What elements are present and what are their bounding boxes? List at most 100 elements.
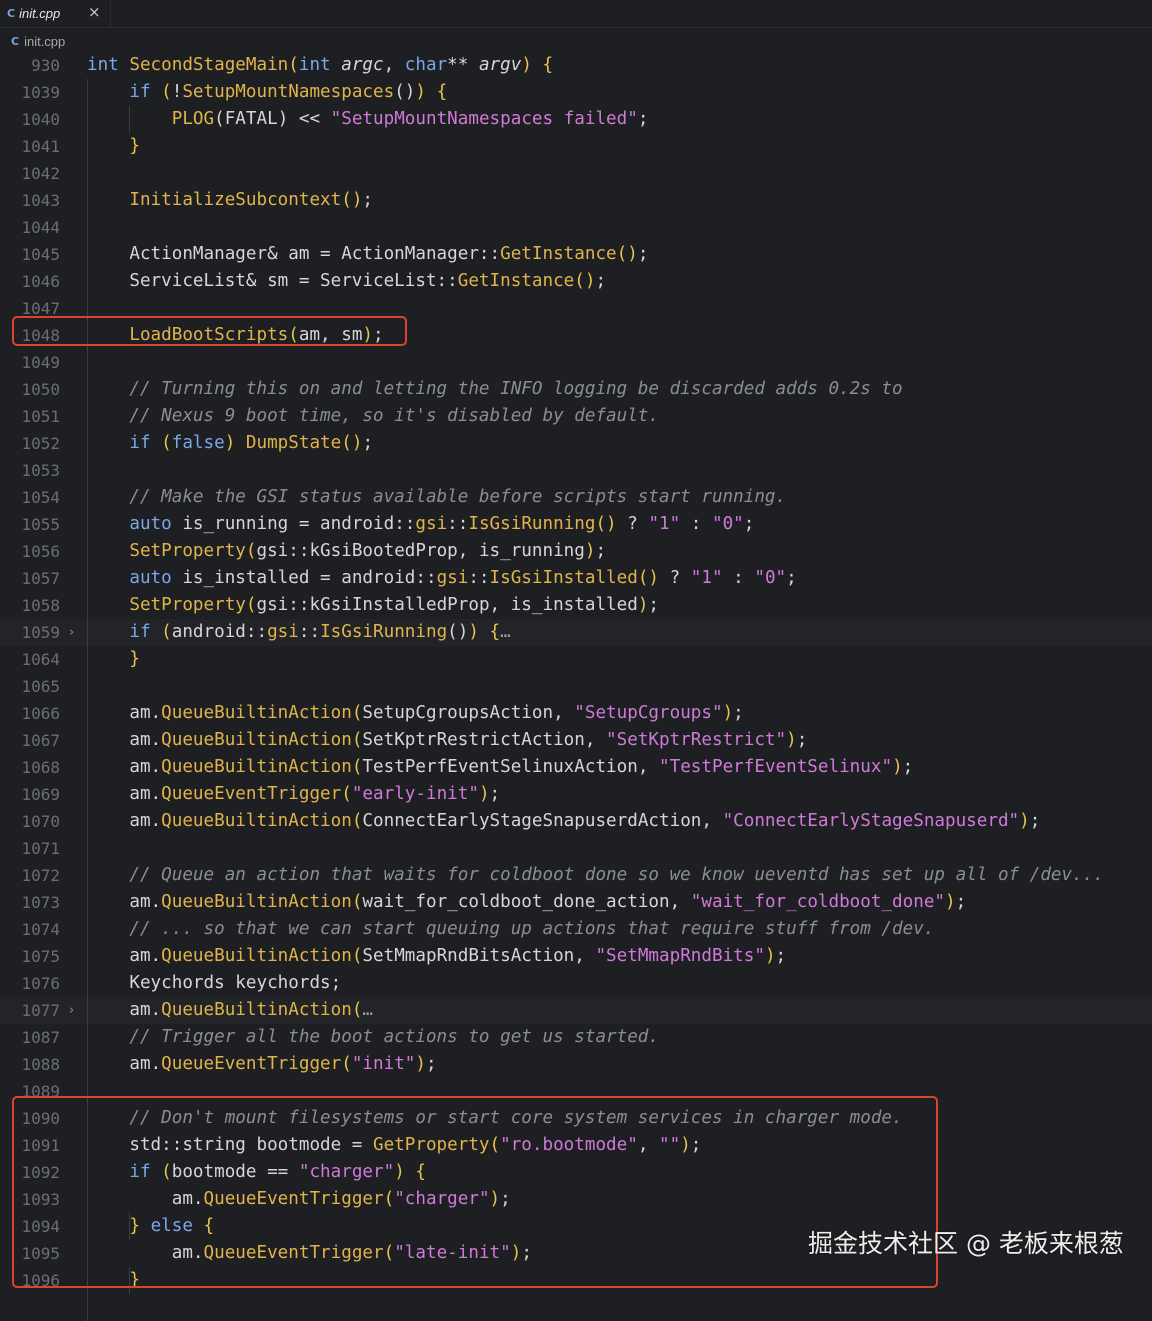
code-line[interactable]: 1087 // Trigger all the boot actions to … — [0, 1024, 1152, 1051]
code-text: PLOG(FATAL) << "SetupMountNamespaces fai… — [171, 109, 649, 129]
code-text: SetProperty(gsi::kGsiBootedProp, is_runn… — [129, 541, 607, 561]
line-number: 1070 — [21, 812, 60, 831]
line-number: 1056 — [21, 542, 60, 561]
code-line[interactable]: 1089 — [0, 1078, 1152, 1105]
code-line[interactable]: 1077 › am.QueueBuiltinAction(… — [0, 997, 1152, 1024]
code-text: am.QueueBuiltinAction(SetupCgroupsAction… — [87, 703, 744, 723]
code-line[interactable]: 1066 am.QueueBuiltinAction(SetupCgroupsA… — [0, 700, 1152, 727]
code-text: am.QueueEventTrigger("late-init"); — [87, 1243, 532, 1263]
code-text: am.QueueBuiltinAction(… — [87, 1000, 374, 1020]
line-number: 1071 — [21, 839, 60, 858]
code-line[interactable]: 1088 am.QueueEventTrigger("init"); — [0, 1051, 1152, 1078]
fold-chevron-icon[interactable]: › — [69, 997, 74, 1024]
editor-tab-bar: C init.cpp × — [0, 0, 1152, 28]
code-line[interactable]: 1042 — [0, 160, 1152, 187]
code-line[interactable]: 1057 auto is_installed = android::gsi::I… — [0, 565, 1152, 592]
line-number: 1050 — [21, 380, 60, 399]
code-line[interactable]: 1047 — [0, 295, 1152, 322]
code-line[interactable]: 1075 am.QueueBuiltinAction(SetMmapRndBit… — [0, 943, 1152, 970]
code-line[interactable]: 1045 ActionManager& am = ActionManager::… — [0, 241, 1152, 268]
line-number: 1057 — [21, 569, 60, 588]
line-number: 1048 — [21, 326, 60, 345]
code-line[interactable]: 1041 } — [0, 133, 1152, 160]
cpp-file-icon: C — [7, 7, 16, 20]
line-number: 1072 — [21, 866, 60, 885]
code-line[interactable]: 1065 — [0, 673, 1152, 700]
code-text: int SecondStageMain(int argc, char** arg… — [87, 55, 554, 75]
line-number: 1041 — [21, 137, 60, 156]
fold-chevron-icon[interactable]: › — [69, 619, 74, 646]
line-number: 1075 — [21, 947, 60, 966]
code-line[interactable]: 1093 am.QueueEventTrigger("charger"); — [0, 1186, 1152, 1213]
line-number: 1088 — [21, 1055, 60, 1074]
code-text: am.QueueEventTrigger("charger"); — [87, 1189, 511, 1209]
cpp-file-icon: C — [11, 34, 20, 48]
line-number: 930 — [31, 56, 60, 75]
code-line[interactable]: 1076 Keychords keychords; — [0, 970, 1152, 997]
line-number: 1043 — [21, 191, 60, 210]
line-number: 1065 — [21, 677, 60, 696]
line-number: 1040 — [21, 110, 60, 129]
code-line[interactable]: 1052 if (false) DumpState(); — [0, 430, 1152, 457]
code-line[interactable]: 1048 LoadBootScripts(am, sm); — [0, 322, 1152, 349]
line-number: 1064 — [21, 650, 60, 669]
code-line[interactable]: 1064 } — [0, 646, 1152, 673]
code-line[interactable]: 1039 if (!SetupMountNamespaces()) { — [0, 79, 1152, 106]
code-line[interactable]: 1090 // Don't mount filesystems or start… — [0, 1105, 1152, 1132]
code-text: am.QueueEventTrigger("early-init"); — [87, 784, 501, 804]
code-line[interactable]: 1054 // Make the GSI status available be… — [0, 484, 1152, 511]
line-number: 1042 — [21, 164, 60, 183]
code-text: if (android::gsi::IsGsiRunning()) {… — [129, 622, 511, 642]
line-number: 1039 — [21, 83, 60, 102]
code-line[interactable]: 1096 } — [0, 1267, 1152, 1294]
code-line[interactable]: 1043 InitializeSubcontext(); — [0, 187, 1152, 214]
code-line[interactable]: 1049 — [0, 349, 1152, 376]
code-text: if (false) DumpState(); — [129, 433, 374, 453]
tab-init-cpp[interactable]: C init.cpp × — [0, 0, 111, 27]
code-line[interactable]: 1046 ServiceList& sm = ServiceList::GetI… — [0, 268, 1152, 295]
code-line[interactable]: 1059 › if (android::gsi::IsGsiRunning()) … — [0, 619, 1152, 646]
close-icon[interactable]: × — [88, 3, 101, 21]
code-line[interactable]: 1058 SetProperty(gsi::kGsiInstalledProp,… — [0, 592, 1152, 619]
code-line[interactable]: 1050 // Turning this on and letting the … — [0, 376, 1152, 403]
code-line[interactable]: 1067 am.QueueBuiltinAction(SetKptrRestri… — [0, 727, 1152, 754]
code-line[interactable]: 1053 — [0, 457, 1152, 484]
breadcrumb-file[interactable]: init.cpp — [24, 34, 65, 49]
line-number: 1067 — [21, 731, 60, 750]
code-text: auto is_installed = android::gsi::IsGsiI… — [129, 568, 797, 588]
code-line[interactable]: 930 int SecondStageMain(int argc, char** … — [0, 52, 1152, 79]
code-line[interactable]: 1072 // Queue an action that waits for c… — [0, 862, 1152, 889]
code-text: InitializeSubcontext(); — [129, 190, 374, 210]
code-line[interactable]: 1055 auto is_running = android::gsi::IsG… — [0, 511, 1152, 538]
code-line[interactable]: 1068 am.QueueBuiltinAction(TestPerfEvent… — [0, 754, 1152, 781]
code-line[interactable]: 1074 // ... so that we can start queuing… — [0, 916, 1152, 943]
code-line[interactable]: 1069 am.QueueEventTrigger("early-init"); — [0, 781, 1152, 808]
code-text: ServiceList& sm = ServiceList::GetInstan… — [87, 271, 607, 291]
code-line[interactable]: 1044 — [0, 214, 1152, 241]
line-number: 1073 — [21, 893, 60, 912]
line-number: 1076 — [21, 974, 60, 993]
code-text: if (!SetupMountNamespaces()) { — [129, 82, 448, 102]
line-number: 1095 — [21, 1244, 60, 1263]
indent-guide — [129, 106, 130, 133]
code-text: am.QueueBuiltinAction(SetKptrRestrictAct… — [87, 730, 808, 750]
code-line[interactable]: 1092 if (bootmode == "charger") { — [0, 1159, 1152, 1186]
watermark: 掘金技术社区 @ 老板来根葱 — [808, 1229, 1124, 1258]
line-number: 1068 — [21, 758, 60, 777]
code-text: std::string bootmode = GetProperty("ro.b… — [87, 1135, 702, 1155]
code-text: // Nexus 9 boot time, so it's disabled b… — [129, 406, 659, 426]
code-line[interactable]: 1091 std::string bootmode = GetProperty(… — [0, 1132, 1152, 1159]
code-line[interactable]: 1051 // Nexus 9 boot time, so it's disab… — [0, 403, 1152, 430]
code-line[interactable]: 1073 am.QueueBuiltinAction(wait_for_cold… — [0, 889, 1152, 916]
code-line[interactable]: 1040 PLOG(FATAL) << "SetupMountNamespace… — [0, 106, 1152, 133]
code-text: am.QueueBuiltinAction(ConnectEarlyStageS… — [87, 811, 1041, 831]
line-number: 1094 — [21, 1217, 60, 1236]
line-number: 1054 — [21, 488, 60, 507]
line-number: 1059 — [21, 623, 60, 642]
code-line[interactable]: 1056 SetProperty(gsi::kGsiBootedProp, is… — [0, 538, 1152, 565]
code-line[interactable]: 1070 am.QueueBuiltinAction(ConnectEarlyS… — [0, 808, 1152, 835]
line-number: 1053 — [21, 461, 60, 480]
code-text: auto is_running = android::gsi::IsGsiRun… — [129, 514, 755, 534]
code-line[interactable]: 1071 — [0, 835, 1152, 862]
line-number: 1074 — [21, 920, 60, 939]
